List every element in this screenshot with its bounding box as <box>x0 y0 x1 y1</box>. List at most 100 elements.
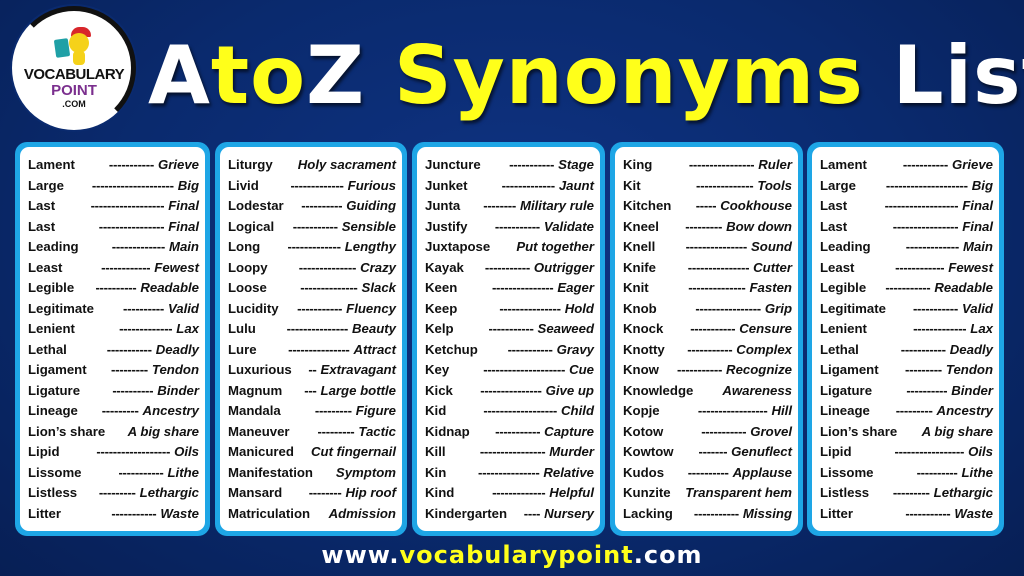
word: Litter <box>28 505 61 521</box>
synonym: Genuflect <box>731 444 792 459</box>
word: Lodestar <box>228 198 284 213</box>
dash-separator: -------- <box>483 198 516 213</box>
word: Lucidity <box>228 300 279 316</box>
synonym: Tactic <box>358 423 396 439</box>
dash-separator: ---------- <box>301 198 343 213</box>
synonym: Capture <box>544 423 594 439</box>
synonym: Hold <box>564 300 594 316</box>
synonym-row: Listless --------- Lethargic <box>820 485 993 506</box>
synonym-row: Lion’s share A big share <box>820 424 993 445</box>
synonym-row: Know ----------- Recognize <box>623 362 792 383</box>
dash-separator: ------------- <box>111 239 166 254</box>
synonym: Final <box>962 198 993 213</box>
word: Kotow <box>623 423 664 439</box>
word: Knife <box>623 259 656 275</box>
synonym-row: Least ------------ Fewest <box>28 260 199 281</box>
dash-separator: ---------------- <box>98 218 165 234</box>
synonym: Child <box>561 403 594 418</box>
synonym: Admission <box>328 505 396 521</box>
word: Junta <box>425 198 461 213</box>
synonym-row: Livid ------------- Furious <box>228 178 396 199</box>
synonym-row: Lethal ----------- Deadly <box>28 342 199 363</box>
title-part-synonyms: Synonyms <box>365 29 864 122</box>
word: Lacking <box>623 505 673 521</box>
synonym-row: Long ------------- Lengthy <box>228 239 396 260</box>
word: Lethal <box>28 341 67 357</box>
synonym: Hip roof <box>345 485 396 500</box>
synonym: A big share <box>921 423 993 439</box>
word: Legitimate <box>820 300 886 316</box>
word: Livid <box>228 177 259 193</box>
synonym: Helpful <box>549 485 594 500</box>
dash-separator: ----------- <box>693 505 739 521</box>
dash-separator: --------- <box>895 403 933 418</box>
synonym-row: Logical ----------- Sensible <box>228 219 396 240</box>
synonym: Readable <box>140 280 199 295</box>
dash-separator: ----------- <box>912 300 958 316</box>
word: Kindergarten <box>425 505 508 521</box>
dash-separator: ------------- <box>492 485 546 500</box>
synonym-row: Knock ----------- Censure <box>623 321 792 342</box>
word: Legible <box>820 280 867 295</box>
synonym-row: Kind ------------- Helpful <box>425 485 594 506</box>
word: Long <box>228 239 261 254</box>
synonym: Cutter <box>753 259 792 275</box>
synonym: A big share <box>127 423 199 439</box>
word: Litter <box>820 505 853 521</box>
synonym: Lengthy <box>344 239 396 254</box>
word: Knotty <box>623 341 665 357</box>
synonym-row: Leading ------------- Main <box>820 239 993 260</box>
synonym: Nursery <box>544 505 594 521</box>
synonym-row: Juncture ----------- Stage <box>425 157 594 178</box>
dash-separator: ------------- <box>913 321 967 336</box>
page-title: AtoZ Synonyms List <box>148 26 1024 126</box>
dash-separator: -------------------- <box>483 362 566 377</box>
logo-text-vocabulary: VOCABULARY <box>23 66 125 83</box>
dash-separator: ----------- <box>495 423 541 439</box>
dash-separator: ----------- <box>507 341 553 357</box>
synonym: Grip <box>764 300 792 316</box>
dash-separator: --------------- <box>288 341 350 357</box>
synonym: Missing <box>742 505 792 521</box>
synonym-row: Knowledge Awareness <box>623 383 792 404</box>
word: Kunzite <box>623 485 671 500</box>
word: Lipid <box>28 444 60 459</box>
dash-separator: -- <box>308 362 317 377</box>
synonym: Lethargic <box>139 485 199 500</box>
synonym: Recognize <box>726 362 792 377</box>
synonym-row: Kill ---------------- Murder <box>425 444 594 465</box>
dash-separator: -------------- <box>696 177 754 193</box>
synonym-row: Last ---------------- Final <box>28 219 199 240</box>
synonym-row: Justify ----------- Validate <box>425 219 594 240</box>
synonym: Lethargic <box>933 485 993 500</box>
synonym-row: Lenient ------------- Lax <box>820 321 993 342</box>
dash-separator: ----------------- <box>894 444 965 459</box>
synonym-row: Matriculation Admission <box>228 506 396 527</box>
word: Lament <box>820 157 867 172</box>
dash-separator: -------- <box>308 485 342 500</box>
word: Kitchen <box>623 198 672 213</box>
word: Kudos <box>623 464 665 480</box>
word: Kidnap <box>425 423 470 439</box>
synonym-row: Knell --------------- Sound <box>623 239 792 260</box>
synonym: Binder <box>951 382 993 398</box>
synonym-panel-5: Lament ----------- Grieve Large ------------… <box>807 142 1004 536</box>
synonym: Tools <box>757 177 792 193</box>
dash-separator: ---------------- <box>479 444 546 459</box>
synonym-row: Last ---------------- Final <box>820 219 993 240</box>
synonym-row: Lure --------------- Attract <box>228 342 396 363</box>
dash-separator: ----------- <box>885 280 931 295</box>
dash-separator: ----------- <box>292 218 338 234</box>
synonym: Outrigger <box>533 259 594 275</box>
synonym: Valid <box>167 300 199 316</box>
dash-separator: ------------ <box>101 259 151 275</box>
word: Lenient <box>820 321 867 336</box>
word: Kelp <box>425 321 454 336</box>
synonym-row: Ligature ---------- Binder <box>28 383 199 404</box>
synonym-row: Kin --------------- Relative <box>425 465 594 486</box>
dash-separator: ------------------ <box>884 198 959 213</box>
synonym: Complex <box>736 341 792 357</box>
synonym-row: Large -------------------- Big <box>28 178 199 199</box>
synonym-row: Manifestation Symptom <box>228 465 396 486</box>
synonym: Waste <box>160 505 199 521</box>
